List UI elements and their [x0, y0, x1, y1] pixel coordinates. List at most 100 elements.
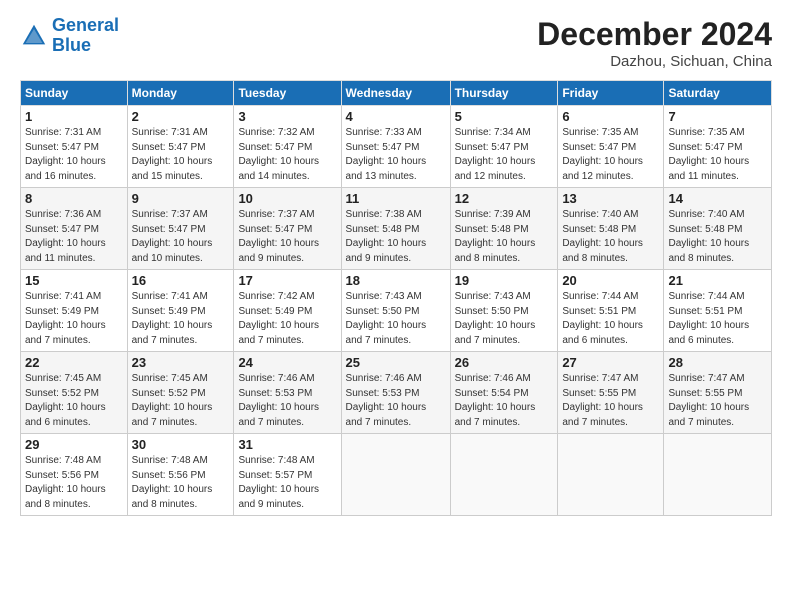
day-number: 31: [238, 437, 336, 452]
calendar-week-row: 8 Sunrise: 7:36 AM Sunset: 5:47 PM Daylig…: [21, 188, 772, 270]
day-number: 23: [132, 355, 230, 370]
col-thursday: Thursday: [450, 81, 558, 106]
day-info: Sunrise: 7:35 AM Sunset: 5:47 PM Dayligh…: [562, 126, 659, 184]
col-tuesday: Tuesday: [234, 81, 341, 106]
table-row: 18Sunrise: 7:43 AM Sunset: 5:50 PM Dayli…: [341, 270, 450, 352]
day-number: 18: [346, 273, 446, 288]
page: General Blue December 2024 Dazhou, Sichu…: [0, 0, 792, 612]
day-info: Sunrise: 7:40 AM Sunset: 5:48 PM Dayligh…: [562, 208, 659, 266]
day-number: 19: [455, 273, 554, 288]
day-info: Sunrise: 7:31 AM Sunset: 5:47 PM Dayligh…: [25, 126, 123, 184]
day-number: 21: [668, 273, 767, 288]
table-row: 26 Sunrise: 7:46 AM Sunset: 5:54 PM Dayli…: [450, 352, 558, 434]
day-number: 11: [346, 191, 446, 206]
table-row: 30 Sunrise: 7:48 AM Sunset: 5:56 PM Dayli…: [127, 434, 234, 516]
day-number: 8: [25, 191, 123, 206]
table-row: 14Sunrise: 7:40 AM Sunset: 5:48 PM Dayli…: [664, 188, 772, 270]
day-info: Sunrise: 7:44 AM Sunset: 5:51 PM Dayligh…: [668, 290, 767, 348]
day-info: Sunrise: 7:36 AM Sunset: 5:47 PM Dayligh…: [25, 208, 123, 266]
day-number: 25: [346, 355, 446, 370]
title-block: December 2024 Dazhou, Sichuan, China: [537, 16, 772, 70]
day-number: 13: [562, 191, 659, 206]
logo: General Blue: [20, 16, 119, 56]
day-info: Sunrise: 7:47 AM Sunset: 5:55 PM Dayligh…: [668, 372, 767, 430]
day-info: Sunrise: 7:37 AM Sunset: 5:47 PM Dayligh…: [132, 208, 230, 266]
day-info: Sunrise: 7:42 AM Sunset: 5:49 PM Dayligh…: [238, 290, 336, 348]
table-row: 24 Sunrise: 7:46 AM Sunset: 5:53 PM Dayli…: [234, 352, 341, 434]
day-number: 26: [455, 355, 554, 370]
table-row: [450, 434, 558, 516]
day-number: 16: [132, 273, 230, 288]
logo-line1: General: [52, 15, 119, 35]
day-info: Sunrise: 7:48 AM Sunset: 5:57 PM Dayligh…: [238, 454, 336, 512]
table-row: 25Sunrise: 7:46 AM Sunset: 5:53 PM Dayli…: [341, 352, 450, 434]
day-number: 14: [668, 191, 767, 206]
month-title: December 2024: [537, 16, 772, 53]
day-number: 5: [455, 109, 554, 124]
table-row: 11 Sunrise: 7:38 AM Sunset: 5:48 PM Dayli…: [341, 188, 450, 270]
table-row: 9Sunrise: 7:37 AM Sunset: 5:47 PM Daylig…: [127, 188, 234, 270]
day-number: 29: [25, 437, 123, 452]
day-info: Sunrise: 7:34 AM Sunset: 5:47 PM Dayligh…: [455, 126, 554, 184]
table-row: 2 Sunrise: 7:31 AM Sunset: 5:47 PM Daylig…: [127, 106, 234, 188]
logo-line2: Blue: [52, 35, 91, 55]
table-row: [558, 434, 664, 516]
table-row: 4Sunrise: 7:33 AM Sunset: 5:47 PM Daylig…: [341, 106, 450, 188]
table-row: 27Sunrise: 7:47 AM Sunset: 5:55 PM Dayli…: [558, 352, 664, 434]
day-info: Sunrise: 7:37 AM Sunset: 5:47 PM Dayligh…: [238, 208, 336, 266]
table-row: 28 Sunrise: 7:47 AM Sunset: 5:55 PM Dayli…: [664, 352, 772, 434]
calendar-header-row: Sunday Monday Tuesday Wednesday Thursday…: [21, 81, 772, 106]
logo-icon: [20, 22, 48, 50]
table-row: 20 Sunrise: 7:44 AM Sunset: 5:51 PM Dayli…: [558, 270, 664, 352]
day-info: Sunrise: 7:44 AM Sunset: 5:51 PM Dayligh…: [562, 290, 659, 348]
day-number: 7: [668, 109, 767, 124]
col-sunday: Sunday: [21, 81, 128, 106]
day-info: Sunrise: 7:41 AM Sunset: 5:49 PM Dayligh…: [132, 290, 230, 348]
header: General Blue December 2024 Dazhou, Sichu…: [20, 16, 772, 70]
day-info: Sunrise: 7:48 AM Sunset: 5:56 PM Dayligh…: [25, 454, 123, 512]
table-row: [664, 434, 772, 516]
col-friday: Friday: [558, 81, 664, 106]
day-number: 17: [238, 273, 336, 288]
table-row: 22Sunrise: 7:45 AM Sunset: 5:52 PM Dayli…: [21, 352, 128, 434]
day-number: 30: [132, 437, 230, 452]
day-info: Sunrise: 7:41 AM Sunset: 5:49 PM Dayligh…: [25, 290, 123, 348]
day-info: Sunrise: 7:45 AM Sunset: 5:52 PM Dayligh…: [25, 372, 123, 430]
table-row: 3Sunrise: 7:32 AM Sunset: 5:47 PM Daylig…: [234, 106, 341, 188]
col-wednesday: Wednesday: [341, 81, 450, 106]
table-row: 10Sunrise: 7:37 AM Sunset: 5:47 PM Dayli…: [234, 188, 341, 270]
day-info: Sunrise: 7:35 AM Sunset: 5:47 PM Dayligh…: [668, 126, 767, 184]
table-row: 29 Sunrise: 7:48 AM Sunset: 5:56 PM Dayli…: [21, 434, 128, 516]
calendar-week-row: 1Sunrise: 7:31 AM Sunset: 5:47 PM Daylig…: [21, 106, 772, 188]
day-number: 12: [455, 191, 554, 206]
col-saturday: Saturday: [664, 81, 772, 106]
day-number: 4: [346, 109, 446, 124]
table-row: 1Sunrise: 7:31 AM Sunset: 5:47 PM Daylig…: [21, 106, 128, 188]
day-number: 2: [132, 109, 230, 124]
table-row: 17 Sunrise: 7:42 AM Sunset: 5:49 PM Dayli…: [234, 270, 341, 352]
calendar-week-row: 22Sunrise: 7:45 AM Sunset: 5:52 PM Dayli…: [21, 352, 772, 434]
table-row: 16 Sunrise: 7:41 AM Sunset: 5:49 PM Dayli…: [127, 270, 234, 352]
day-info: Sunrise: 7:43 AM Sunset: 5:50 PM Dayligh…: [455, 290, 554, 348]
day-number: 24: [238, 355, 336, 370]
table-row: 19 Sunrise: 7:43 AM Sunset: 5:50 PM Dayli…: [450, 270, 558, 352]
table-row: 7 Sunrise: 7:35 AM Sunset: 5:47 PM Daylig…: [664, 106, 772, 188]
table-row: 6Sunrise: 7:35 AM Sunset: 5:47 PM Daylig…: [558, 106, 664, 188]
col-monday: Monday: [127, 81, 234, 106]
day-info: Sunrise: 7:48 AM Sunset: 5:56 PM Dayligh…: [132, 454, 230, 512]
table-row: 12Sunrise: 7:39 AM Sunset: 5:48 PM Dayli…: [450, 188, 558, 270]
table-row: 21 Sunrise: 7:44 AM Sunset: 5:51 PM Dayli…: [664, 270, 772, 352]
day-info: Sunrise: 7:38 AM Sunset: 5:48 PM Dayligh…: [346, 208, 446, 266]
day-number: 3: [238, 109, 336, 124]
table-row: 13 Sunrise: 7:40 AM Sunset: 5:48 PM Dayli…: [558, 188, 664, 270]
day-number: 28: [668, 355, 767, 370]
day-info: Sunrise: 7:46 AM Sunset: 5:53 PM Dayligh…: [238, 372, 336, 430]
table-row: 8 Sunrise: 7:36 AM Sunset: 5:47 PM Daylig…: [21, 188, 128, 270]
day-info: Sunrise: 7:31 AM Sunset: 5:47 PM Dayligh…: [132, 126, 230, 184]
table-row: 31 Sunrise: 7:48 AM Sunset: 5:57 PM Dayli…: [234, 434, 341, 516]
day-number: 15: [25, 273, 123, 288]
day-info: Sunrise: 7:46 AM Sunset: 5:54 PM Dayligh…: [455, 372, 554, 430]
day-number: 20: [562, 273, 659, 288]
calendar-table: Sunday Monday Tuesday Wednesday Thursday…: [20, 80, 772, 516]
day-info: Sunrise: 7:47 AM Sunset: 5:55 PM Dayligh…: [562, 372, 659, 430]
